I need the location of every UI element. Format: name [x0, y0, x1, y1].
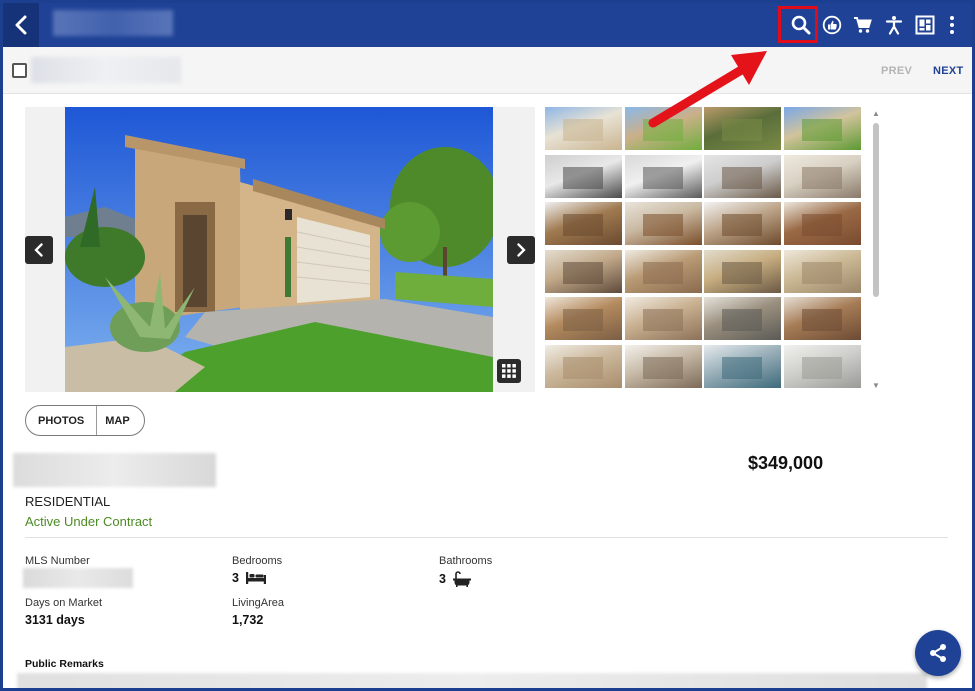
- dashboard-button[interactable]: [909, 3, 940, 47]
- thumbs-up-button[interactable]: [816, 3, 847, 47]
- thumbs-up-icon: [822, 15, 841, 35]
- more-vertical-icon: [950, 16, 954, 34]
- thumbnail-scrollbar[interactable]: ▲ ▼: [871, 107, 881, 392]
- bathrooms-value: 3: [439, 571, 472, 587]
- photo-thumbnail[interactable]: [704, 202, 781, 245]
- photo-thumbnail[interactable]: [704, 107, 781, 150]
- listing-price: $349,000: [748, 453, 824, 473]
- top-app-bar: [3, 3, 972, 47]
- photo-thumbnail[interactable]: [624, 249, 702, 293]
- share-button[interactable]: [915, 630, 961, 676]
- photo-thumbnail-grid: [545, 107, 861, 392]
- days-on-market-label: Days on Market: [25, 597, 103, 609]
- photo-grid-button[interactable]: [497, 359, 521, 383]
- public-remarks-label: Public Remarks: [25, 658, 104, 670]
- scrollbar-thumb[interactable]: [873, 123, 879, 297]
- dashboard-icon: [915, 15, 934, 35]
- photo-thumbnail[interactable]: [545, 202, 622, 245]
- chevron-left-icon: [34, 243, 43, 257]
- chevron-right-icon: [517, 243, 526, 257]
- photo-thumbnail[interactable]: [545, 249, 622, 293]
- app-frame: PREV NEXT ▲ ▼ PHOTOS MAP RESIDENTIAL Act…: [3, 3, 972, 688]
- bedrooms-label: Bedrooms: [232, 555, 283, 567]
- page-title-redacted: [53, 10, 173, 36]
- back-button[interactable]: [3, 3, 39, 47]
- grid-icon: [502, 364, 516, 378]
- photo-thumbnail[interactable]: [704, 154, 781, 198]
- cart-icon: [853, 17, 872, 33]
- listing-label-redacted: [31, 57, 181, 83]
- bed-icon: [245, 572, 266, 584]
- cart-button[interactable]: [847, 3, 878, 47]
- share-icon: [930, 644, 946, 662]
- address-redacted: [13, 453, 216, 487]
- property-type: RESIDENTIAL: [25, 494, 111, 509]
- photo-prev-button[interactable]: [25, 236, 53, 264]
- photos-toggle-button[interactable]: PHOTOS: [26, 406, 96, 435]
- living-area-value: 1,732: [232, 613, 264, 627]
- mls-number-label: MLS Number: [25, 555, 90, 567]
- living-area-label: LivingArea: [232, 597, 284, 609]
- photo-thumbnail[interactable]: [704, 297, 781, 340]
- photo-thumbnail[interactable]: [704, 249, 781, 293]
- bathrooms-count: 3: [439, 572, 446, 586]
- photo-thumbnail[interactable]: [783, 249, 861, 293]
- search-highlight-box: [778, 6, 818, 43]
- next-button[interactable]: NEXT: [933, 65, 964, 77]
- photo-thumbnail[interactable]: [783, 202, 861, 245]
- photo-carousel: [25, 107, 535, 392]
- accessibility-icon: [885, 16, 902, 35]
- more-options-button[interactable]: [940, 3, 964, 47]
- select-listing-checkbox[interactable]: [12, 63, 27, 78]
- listing-status: Active Under Contract: [25, 514, 153, 529]
- photo-thumbnail[interactable]: [624, 297, 702, 340]
- accessibility-button[interactable]: [878, 3, 909, 47]
- scroll-down-arrow[interactable]: ▼: [871, 381, 881, 391]
- photo-thumbnail[interactable]: [783, 107, 861, 150]
- chevron-left-icon: [15, 15, 27, 35]
- photo-thumbnail[interactable]: [545, 297, 622, 340]
- bathrooms-label: Bathrooms: [439, 555, 493, 567]
- photo-thumbnail[interactable]: [704, 344, 781, 388]
- photo-thumbnail[interactable]: [624, 202, 702, 245]
- bedrooms-value: 3: [232, 571, 267, 585]
- mls-number-redacted: [23, 568, 133, 588]
- photo-thumbnail[interactable]: [545, 154, 622, 198]
- section-divider: [25, 537, 948, 538]
- map-toggle-button[interactable]: MAP: [96, 406, 143, 435]
- view-toggle: PHOTOS MAP: [25, 405, 145, 436]
- photo-thumbnail[interactable]: [783, 297, 861, 340]
- selection-bar: PREV NEXT: [3, 47, 972, 94]
- photo-thumbnail[interactable]: [783, 154, 861, 198]
- photo-next-button[interactable]: [507, 236, 535, 264]
- bathtub-icon: [452, 571, 471, 587]
- bedrooms-count: 3: [232, 571, 239, 585]
- prev-button[interactable]: PREV: [881, 65, 912, 77]
- photo-thumbnail[interactable]: [783, 344, 861, 388]
- public-remarks-redacted: [17, 673, 927, 688]
- days-on-market-value: 3131 days: [25, 613, 85, 627]
- photo-thumbnail[interactable]: [624, 107, 702, 150]
- main-listing-photo[interactable]: [65, 107, 493, 392]
- scroll-up-arrow[interactable]: ▲: [871, 109, 881, 119]
- photo-thumbnail[interactable]: [545, 107, 622, 150]
- photo-thumbnail[interactable]: [624, 154, 702, 198]
- photo-thumbnail[interactable]: [545, 344, 622, 388]
- photo-thumbnail[interactable]: [624, 344, 702, 388]
